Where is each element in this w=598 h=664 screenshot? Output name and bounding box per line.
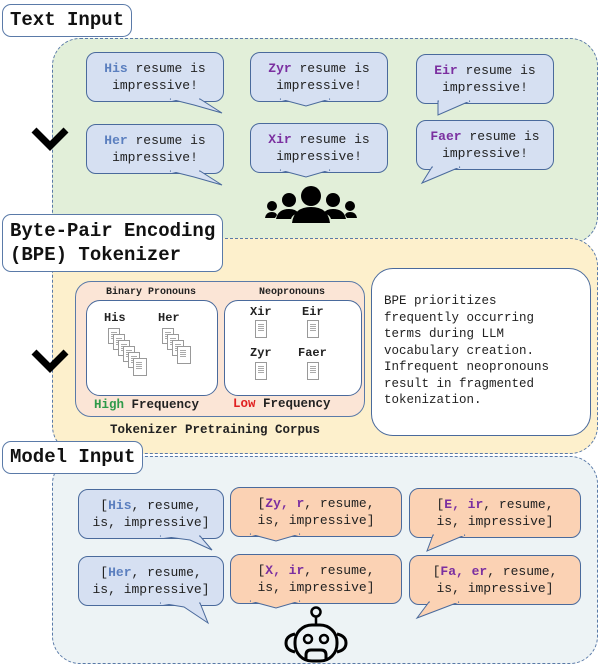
bubble-text: impressive! [112,150,198,165]
word-eir: Eir [302,305,324,319]
word-faer: Faer [298,346,327,360]
bubble-text: , resume, [304,496,375,511]
model-input-title: Model Input [2,441,144,474]
bubble-text: , resume, [131,565,202,580]
document-icon [307,320,319,338]
tokens: E, ir [444,497,484,512]
bubble-text: resume is [291,61,370,76]
bracket: [ [100,565,109,580]
corpus-caption: Tokenizer Pretraining Corpus [110,423,321,437]
token-bubble-zyr: [Zy, r, resume, is, impressive] [230,487,402,537]
people-group-icon [265,186,357,223]
bubble-text: is, impressive] [92,515,210,530]
neopronouns-box [224,300,362,396]
text-input-title: Text Input [2,4,133,37]
tokens: X, ir [265,563,305,578]
frequency-text: Frequency [124,398,200,412]
pronoun: Xir [268,132,292,147]
bpe-explanation-note: BPE prioritizes frequently occurring ter… [371,268,591,436]
tokens: Fa, er [440,564,488,579]
high-text: High [94,398,125,412]
bubble-text: resume is [291,132,370,147]
bubble-text: is, impressive] [436,514,554,529]
bubble-text: resume is [127,133,206,148]
low-frequency-label: Low Frequency [233,397,331,411]
bubble-text: , resume, [304,563,375,578]
word-her: Her [158,311,180,325]
bubble-text: is, impressive] [257,580,375,595]
binary-pronouns-label: Binary Pronouns [105,287,196,298]
bubble-text: impressive! [112,78,198,93]
neopronouns-label: Neopronouns [258,287,325,298]
word-zyr: Zyr [250,346,272,360]
tokenizer-title-line2: (BPE) Tokenizer [10,244,182,266]
pronoun: Faer [430,129,462,144]
token-bubble-her: [Her, resume, is, impressive] [78,556,224,606]
bubble-text: resume is [457,63,536,78]
chevron-down-icon [31,349,69,373]
token-bubble-xir: [X, ir, resume, is, impressive] [230,554,402,604]
model-input-title-text: Model Input [10,446,136,468]
tokens: His [108,498,132,513]
bubble-text: is, impressive] [257,513,375,528]
text-input-title-text: Text Input [10,9,125,31]
bubble-text: resume is [127,61,206,76]
document-icon [307,362,319,380]
frequency-text: Frequency [255,397,331,411]
bubble-text: impressive! [276,78,362,93]
pronoun: Her [104,133,128,148]
pronoun: His [104,61,128,76]
tokenizer-title: Byte-Pair Encoding (BPE) Tokenizer [2,214,224,272]
word-xir: Xir [250,305,272,319]
text-bubble-eir: Eir resume is impressive! [416,54,554,104]
token-bubble-faer: [Fa, er, resume, is, impressive] [409,555,581,605]
low-text: Low [233,397,256,411]
robot-icon [284,606,348,663]
bubble-text: impressive! [442,80,528,95]
document-icon [133,358,147,376]
token-bubble-eir: [E, ir, resume, is, impressive] [409,488,581,538]
bubble-text: impressive! [276,149,362,164]
tokenizer-title-line1: Byte-Pair Encoding [10,220,216,242]
bubble-text: , resume, [483,497,554,512]
word-his: His [104,311,126,325]
text-bubble-her: Her resume is impressive! [86,124,224,174]
bracket: [ [100,498,109,513]
bubble-text: , resume, [487,564,558,579]
bubble-text: impressive! [442,146,528,161]
bubble-text: is, impressive] [436,581,554,596]
bubble-text: , resume, [131,498,202,513]
text-bubble-zyr: Zyr resume is impressive! [250,52,388,102]
text-bubble-his: His resume is impressive! [86,52,224,102]
text-bubble-faer: Faer resume is impressive! [416,120,554,170]
tokens: Zy, r [265,496,305,511]
document-icon [177,346,191,364]
document-icon [255,362,267,380]
pronoun: Eir [434,63,458,78]
chevron-down-icon [31,127,69,151]
token-bubble-his: [His, resume, is, impressive] [78,489,224,539]
tokens: Her [108,565,132,580]
high-frequency-label: High Frequency [94,398,199,412]
pronoun: Zyr [268,61,292,76]
bubble-text: resume is [461,129,540,144]
text-bubble-xir: Xir resume is impressive! [250,123,388,173]
bubble-text: is, impressive] [92,582,210,597]
document-icon [255,320,267,338]
